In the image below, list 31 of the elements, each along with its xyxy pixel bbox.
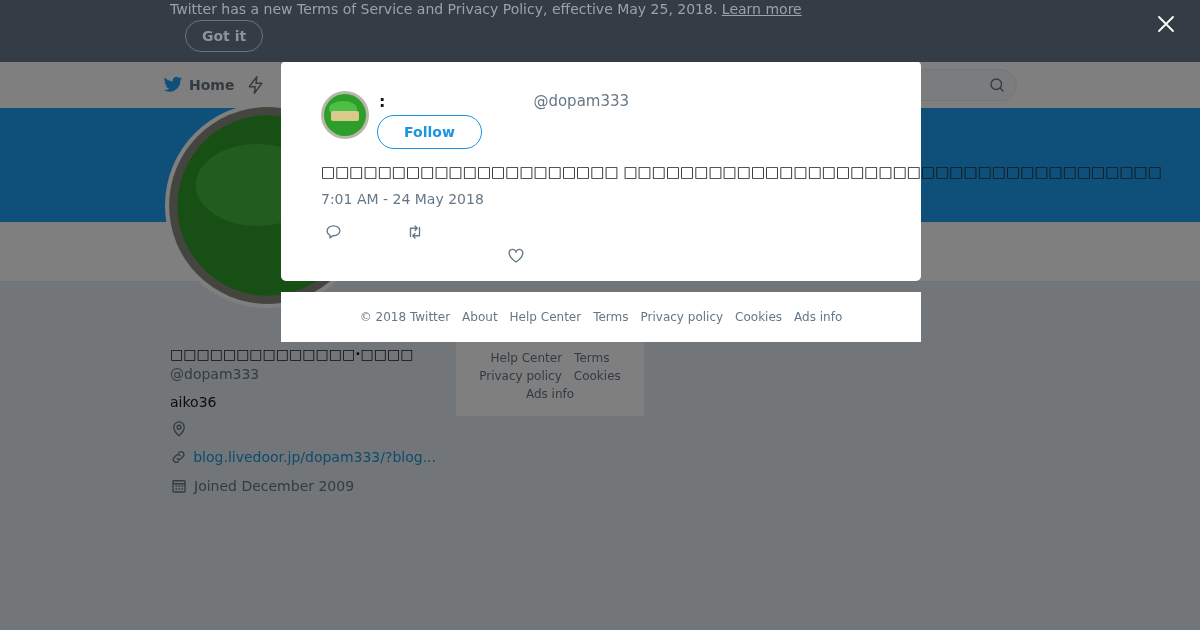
location-pin-icon [170,420,188,438]
tweet-time: 7:01 AM - 24 May 2018 [321,191,485,207]
profile-bio: aiko36 [170,394,218,410]
footer-link[interactable]: About [462,309,498,325]
calendar-icon [170,477,188,495]
footer-link[interactable]: Ads info [525,386,575,402]
author-name: : [379,91,386,111]
profile-name: □□□□□□□□□□□□□□·□□□□ [170,345,415,364]
footer-link[interactable]: Privacy policy [479,368,562,384]
website-link[interactable]: blog.livedoor.jp/dopam333/?blog... [193,449,436,465]
join-date: Joined December 2009 [194,477,355,496]
footer-link[interactable]: © 2018 Twitter [359,309,451,325]
bird-icon [163,76,183,94]
policy-notice: Twitter has a new Terms of Service and Privacy Policy, effective May 25, 2018. Learn more [170,0,803,18]
footer-link[interactable]: Terms [593,309,629,325]
footer-link[interactable]: Privacy policy [640,309,724,325]
reply-icon[interactable] [325,223,342,240]
profile-handle: @dopam333 [170,365,261,384]
footer-link[interactable]: Cookies [573,368,621,384]
search-icon [988,76,1006,94]
footer-link[interactable]: Ads info [794,309,843,325]
learn-more-link[interactable]: Learn more [721,1,802,17]
link-icon [170,448,188,466]
heart-icon[interactable] [507,247,525,265]
footer-link[interactable]: Help Center [490,350,563,366]
footer-link[interactable]: Help Center [509,309,582,325]
home-link[interactable]: Home [163,76,235,94]
footer-link[interactable]: Cookies [735,309,783,325]
footer-link[interactable]: Terms [574,350,610,366]
follow-button[interactable]: Follow [377,115,482,149]
author-handle: @dopam333 [533,91,630,111]
